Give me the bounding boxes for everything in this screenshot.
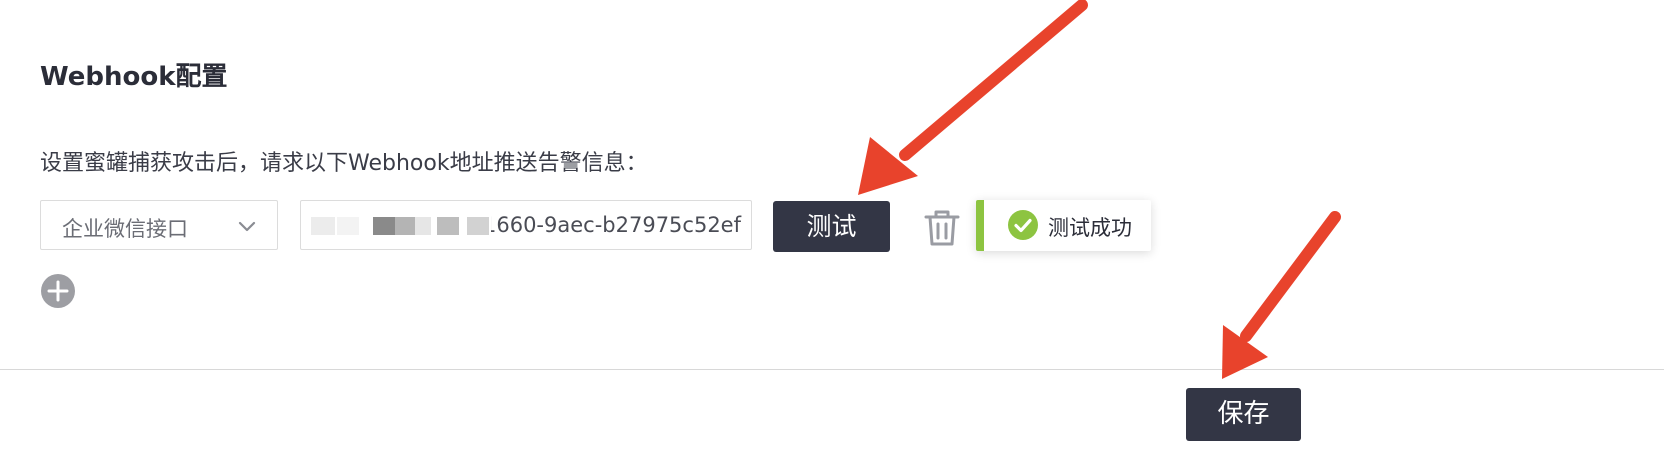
save-button[interactable]: 保存: [1186, 388, 1301, 441]
success-toast: 测试成功: [976, 200, 1151, 251]
footer-divider: [0, 369, 1664, 370]
webhook-url-input[interactable]: 1660-9aec-b27975c52ef: [300, 200, 752, 250]
redaction-mask: [311, 207, 491, 245]
plus-circle-icon[interactable]: [40, 273, 76, 309]
annotation-arrow-save: [1222, 211, 1341, 379]
section-title: Webhook配置: [40, 62, 228, 92]
webhook-type-value: 企业微信接口: [62, 217, 188, 241]
webhook-description: 设置蜜罐捕获攻击后，请求以下Webhook地址推送告警信息：: [40, 151, 648, 176]
check-circle-icon: [1008, 210, 1038, 240]
test-button[interactable]: 测试: [773, 201, 890, 252]
chevron-down-icon: [238, 221, 256, 232]
toast-message: 测试成功: [1048, 216, 1132, 240]
webhook-url-value: 1660-9aec-b27975c52ef: [482, 213, 741, 237]
trash-icon[interactable]: [923, 208, 961, 248]
annotation-arrow-test: [858, 0, 1088, 195]
webhook-type-select[interactable]: 企业微信接口: [40, 200, 278, 250]
